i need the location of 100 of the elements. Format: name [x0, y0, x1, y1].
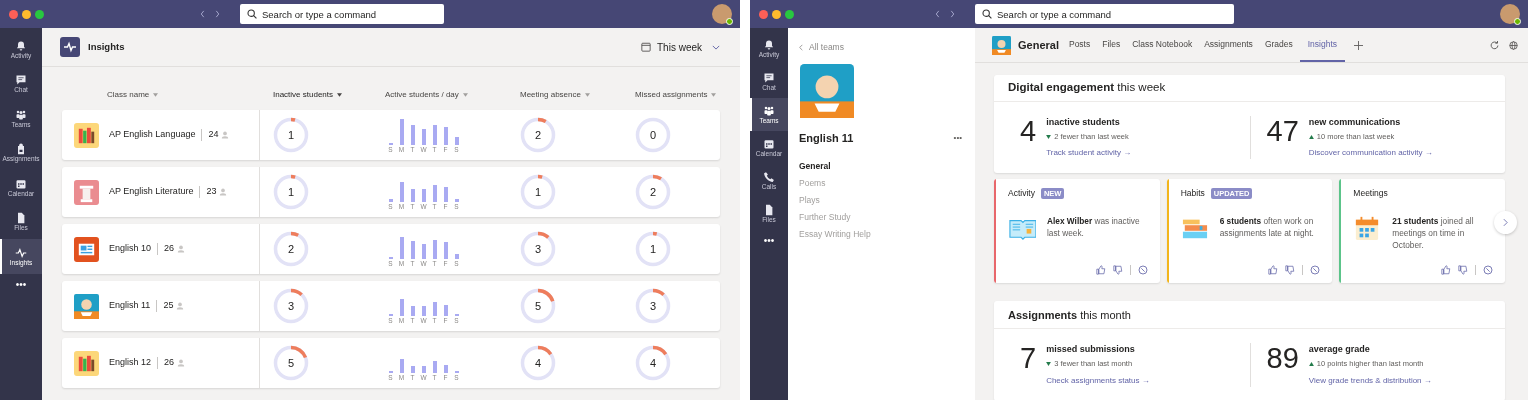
detail-link[interactable]: Track student activity → [1046, 145, 1132, 160]
search-field[interactable]: Search or type a command [975, 4, 1234, 24]
back-chevron-icon[interactable] [935, 10, 940, 18]
channel-title: General [1018, 37, 1059, 53]
stat-value: 89 [1266, 343, 1299, 377]
tab[interactable]: Assignments [1199, 28, 1258, 62]
search-icon [247, 9, 257, 19]
user-avatar[interactable] [712, 4, 732, 24]
stat-value: 7 [1020, 343, 1037, 377]
search-field[interactable]: Search or type a command [240, 4, 444, 24]
activity-bars-drawing [388, 358, 459, 373]
ring-chart-drawing [520, 288, 556, 324]
ring-chart-drawing [273, 231, 309, 267]
thumbs-down-icon[interactable] [1285, 265, 1296, 276]
ring-value: 2 [287, 243, 295, 255]
calendar-icon [763, 137, 775, 150]
team-name: English 11 [799, 130, 854, 146]
ring-chart-drawing [635, 288, 671, 324]
card-title: Digital engagement this week [1008, 80, 1166, 96]
globe-icon[interactable] [1509, 40, 1518, 50]
file-icon [15, 212, 27, 224]
tab[interactable]: Posts [1063, 28, 1096, 62]
class-name: AP English Literature [109, 185, 194, 199]
tab[interactable]: Class Notebook [1127, 28, 1198, 62]
insight-text: 21 students joined all meetings on time in October. [1392, 215, 1475, 252]
add-icon[interactable] [1354, 40, 1364, 50]
calendar-icon [641, 42, 651, 52]
block-icon[interactable] [1483, 265, 1493, 276]
activity-bars-drawing [388, 236, 459, 259]
column-header[interactable]: Meeting absence [520, 89, 581, 101]
calendar-icon [15, 177, 27, 190]
user-avatar[interactable] [1500, 4, 1520, 24]
ring-value: 5 [534, 300, 542, 312]
class-name: English 10 [109, 242, 152, 256]
card-title: Habits [1180, 186, 1205, 200]
block-icon[interactable] [1310, 265, 1321, 276]
back-chevron-icon[interactable] [200, 10, 205, 18]
ring-value: 2 [534, 129, 542, 141]
close-window-button[interactable] [759, 9, 768, 19]
bell-icon [763, 38, 775, 51]
class-name: English 12 [109, 356, 152, 370]
detail-link[interactable]: Discover communication activity → [1308, 145, 1433, 160]
block-icon[interactable] [1137, 265, 1148, 276]
thumbs-up-icon[interactable] [1268, 265, 1279, 276]
thumbs-down-icon[interactable] [1112, 265, 1123, 276]
channel-item[interactable]: General [799, 160, 964, 173]
tab[interactable]: Insights [1299, 28, 1346, 62]
ring-value: 3 [287, 300, 295, 312]
close-window-button[interactable] [9, 9, 18, 19]
ring-chart-drawing [520, 345, 556, 381]
maximize-window-button[interactable] [785, 9, 794, 19]
column-header[interactable]: Active students / day [385, 89, 459, 101]
detail-link[interactable]: Check assignments status → [1046, 372, 1150, 387]
thumbs-down-icon[interactable] [1458, 265, 1468, 276]
more-options-button[interactable]: ••• [953, 132, 964, 144]
member-count: 23 [206, 185, 217, 199]
search-icon [982, 9, 992, 19]
activity-bars-drawing [388, 118, 459, 145]
more-apps-button[interactable]: ••• [15, 279, 27, 290]
forward-chevron-icon[interactable] [950, 10, 955, 18]
stat-label: inactive students [1046, 117, 1121, 128]
thumbs-up-icon[interactable] [1095, 265, 1106, 276]
books-icon [74, 350, 99, 376]
activity-bars-drawing [388, 181, 459, 202]
ring-value: 4 [534, 357, 542, 369]
trend-down-icon [1046, 134, 1052, 139]
class-name: AP English Language [109, 128, 196, 142]
activity-bars-drawing [388, 298, 459, 316]
tab[interactable]: Grades [1259, 28, 1298, 62]
maximize-window-button[interactable] [35, 9, 44, 19]
trend-up-icon [1308, 134, 1314, 139]
tab[interactable]: Files [1097, 28, 1126, 62]
ring-chart-drawing [635, 345, 671, 381]
member-count: 24 [208, 128, 219, 142]
stat-label: new communications [1308, 117, 1402, 128]
column-header[interactable]: Missed assignments [635, 89, 708, 101]
ring-chart-drawing [520, 231, 556, 267]
stat-label: average grade [1308, 344, 1371, 356]
stat-value: 4 [1020, 116, 1037, 149]
ring-value: 4 [649, 357, 657, 369]
newspaper-icon [74, 236, 99, 262]
forward-chevron-icon[interactable] [215, 10, 220, 18]
period-dropdown[interactable]: This week [641, 39, 720, 55]
pillar-icon [74, 179, 99, 205]
minimize-window-button[interactable] [22, 9, 31, 19]
member-count: 26 [164, 242, 175, 256]
thumbs-up-icon[interactable] [1441, 265, 1451, 276]
back-link[interactable]: All teams [799, 41, 964, 54]
minimize-window-button[interactable] [772, 9, 781, 19]
ring-chart-drawing [273, 288, 309, 324]
detail-link[interactable]: View grade trends & distribution → [1308, 372, 1432, 387]
presence-icon [1514, 18, 1521, 25]
card-title: Assignments this month [1008, 307, 1131, 323]
more-apps-button[interactable]: ••• [763, 236, 775, 246]
insight-card[interactable]: Meetings 21 students joined all meetings on time in October. [1339, 179, 1505, 284]
person-icon [176, 302, 185, 310]
column-header[interactable]: Class name [107, 89, 150, 101]
ring-value: 3 [534, 243, 542, 255]
refresh-icon[interactable] [1490, 40, 1499, 50]
column-header[interactable]: Inactive students [273, 89, 334, 101]
